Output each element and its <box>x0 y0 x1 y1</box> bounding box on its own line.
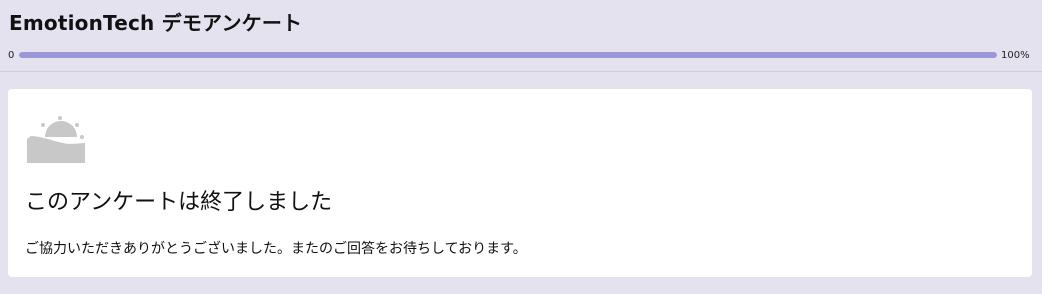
closed-heading: このアンケートは終了しました <box>25 190 333 215</box>
progress-start-label: 0 <box>8 50 15 61</box>
survey-closed-card: このアンケートは終了しました ご協力いただきありがとうございました。またのご回答… <box>8 89 1032 277</box>
progress-bar-fill <box>19 52 997 58</box>
closed-message: ご協力いただきありがとうございました。またのご回答をお待ちしております。 <box>25 241 527 257</box>
progress-bar <box>19 52 997 58</box>
sunset-icon <box>27 116 85 163</box>
progress-end-label: 100% <box>1001 50 1030 61</box>
survey-title: EmotionTech デモアンケート <box>9 11 303 35</box>
survey-header: EmotionTech デモアンケート 0 100% <box>0 0 1042 72</box>
